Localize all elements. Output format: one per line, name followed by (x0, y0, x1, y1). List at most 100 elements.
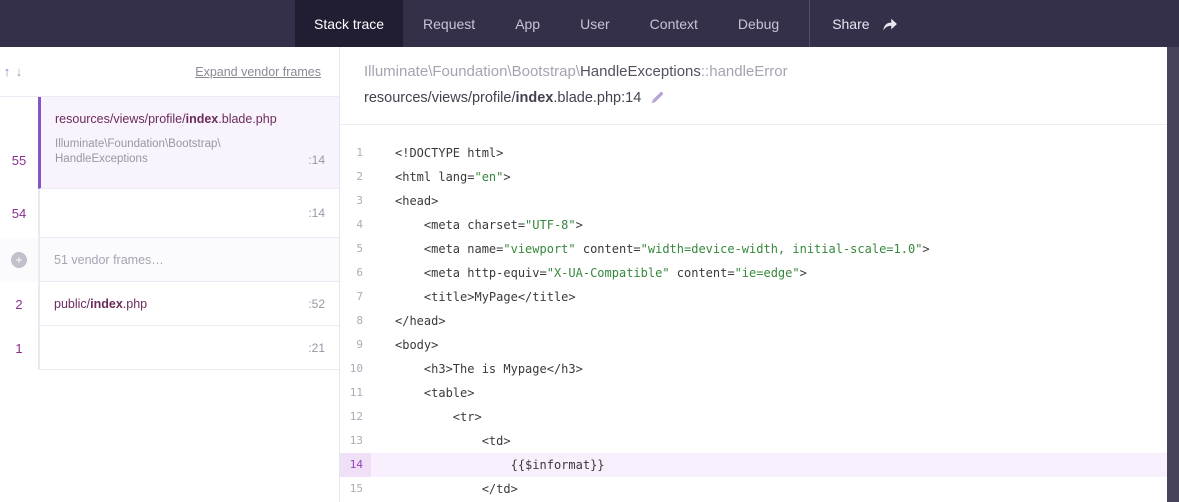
code-text: <h3>The is Mypage</h3> (371, 357, 583, 381)
code-line: 1<!DOCTYPE html> (340, 141, 1179, 165)
nav-tab-context[interactable]: Context (633, 0, 715, 47)
code-viewer: 1<!DOCTYPE html>2<html lang="en">3<head>… (340, 125, 1179, 502)
frame-class-name: Illuminate\Foundation\Bootstrap\HandleEx… (55, 137, 221, 167)
line-number: 10 (340, 357, 371, 381)
frame-sort-arrows: ↑ ↓ (0, 64, 25, 79)
code-text: <td> (371, 429, 511, 453)
share-button[interactable]: Share (809, 0, 919, 47)
path-segment: index (186, 112, 219, 126)
line-number: 13 (340, 429, 371, 453)
line-number: 7 (340, 285, 371, 309)
frame-number: 55 (12, 153, 26, 168)
vendor-frames-toggle[interactable]: +51 vendor frames… (0, 238, 339, 282)
frame-line-number: :14 (308, 153, 325, 167)
code-text: </head> (371, 309, 446, 333)
path-segment: public/ (54, 297, 90, 311)
line-number: 9 (340, 333, 371, 357)
frame-file-path: resources/views/profile/index.blade.php:… (364, 86, 641, 110)
code-line: 12 <tr> (340, 405, 1179, 429)
frame-line-number: :52 (308, 297, 325, 311)
line-number: 1 (340, 141, 371, 165)
code-line: 5 <meta name="viewport" content="width=d… (340, 237, 1179, 261)
nav-tabs: Stack traceRequestAppUserContextDebug (295, 0, 799, 47)
line-number: 6 (340, 261, 371, 285)
vendor-frames-label: 51 vendor frames… (54, 253, 164, 267)
nav-tab-request[interactable]: Request (406, 0, 492, 47)
edit-file-icon[interactable] (650, 91, 664, 105)
code-line: 13 <td> (340, 429, 1179, 453)
frame-class: HandleExceptions (580, 63, 701, 80)
code-text: <!DOCTYPE html> (371, 141, 503, 165)
frame-line-number: :14 (308, 206, 325, 220)
code-text: <title>MyPage</title> (371, 285, 576, 309)
stack-frame-list: 55resources/views/profile/index.blade.ph… (0, 97, 339, 370)
nav-tab-user[interactable]: User (563, 0, 627, 47)
code-line: 2<html lang="en"> (340, 165, 1179, 189)
code-line: 4 <meta charset="UTF-8"> (340, 213, 1179, 237)
code-text: <tr> (371, 405, 482, 429)
frame-line-number: :21 (308, 341, 325, 355)
arrow-up-icon[interactable]: ↑ (1, 64, 13, 79)
path-segment: .blade.php (218, 112, 276, 126)
frame-number: 2 (15, 297, 22, 312)
path-segment: resources/views/profile/ (55, 112, 186, 126)
line-number: 4 (340, 213, 371, 237)
path-segment: index (516, 90, 554, 106)
expand-vendor-frames-link[interactable]: Expand vendor frames (195, 65, 321, 79)
path-segment: .blade.php:14 (553, 90, 641, 106)
line-number: 5 (340, 237, 371, 261)
code-line: 7 <title>MyPage</title> (340, 285, 1179, 309)
scrollbar-track[interactable] (1167, 47, 1179, 502)
stack-frame-2[interactable]: 2 public/index.php :52 (0, 282, 339, 326)
stack-frame-1[interactable]: 1 :21 (0, 326, 339, 370)
nav-tab-app[interactable]: App (498, 0, 557, 47)
frame-file: public/index.php (54, 297, 147, 311)
line-number: 11 (340, 381, 371, 405)
code-text: <meta name="viewport" content="width=dev… (371, 237, 930, 261)
code-line: 15 </td> (340, 477, 1179, 501)
code-line: 11 <table> (340, 381, 1179, 405)
share-icon (881, 16, 898, 32)
code-text: <html lang="en"> (371, 165, 511, 189)
line-number: 2 (340, 165, 371, 189)
sidebar-toolbar: ↑ ↓ Expand vendor frames (0, 47, 339, 97)
stack-frame-55[interactable]: 55 resources/views/profile/index.blade.ph… (0, 97, 339, 189)
share-label: Share (832, 16, 869, 32)
frame-detail-panel: Illuminate\Foundation\Bootstrap\HandleEx… (340, 47, 1179, 502)
path-segment: resources/views/profile/ (364, 90, 516, 106)
content-area: ↑ ↓ Expand vendor frames 55 resources/vie… (0, 47, 1179, 502)
arrow-down-icon[interactable]: ↓ (13, 64, 25, 79)
nav-tab-debug[interactable]: Debug (721, 0, 796, 47)
frame-method: ::handleError (701, 63, 788, 80)
line-number: 8 (340, 309, 371, 333)
line-number: 3 (340, 189, 371, 213)
line-number: 15 (340, 477, 371, 501)
nav-tab-stack-trace[interactable]: Stack trace (295, 0, 403, 47)
line-number: 12 (340, 405, 371, 429)
frame-namespace: Illuminate\Foundation\Bootstrap\ (364, 63, 580, 80)
line-number: 14 (340, 453, 371, 477)
frame-header: Illuminate\Foundation\Bootstrap\HandleEx… (340, 47, 1179, 125)
code-line: 3<head> (340, 189, 1179, 213)
code-text: {{$informat}} (371, 453, 605, 477)
frame-file: resources/views/profile/index.blade.php (55, 112, 325, 126)
code-text: <head> (371, 189, 438, 213)
frame-number: 54 (12, 206, 26, 221)
code-line: 6 <meta http-equiv="X-UA-Compatible" con… (340, 261, 1179, 285)
code-text: <meta charset="UTF-8"> (371, 213, 583, 237)
frame-qualified-method: Illuminate\Foundation\Bootstrap\HandleEx… (364, 60, 1155, 84)
top-nav: Stack traceRequestAppUserContextDebug Sh… (0, 0, 1179, 47)
code-line: 8</head> (340, 309, 1179, 333)
path-segment: .php (123, 297, 147, 311)
expand-plus-icon[interactable]: + (11, 252, 27, 268)
code-text: <table> (371, 381, 474, 405)
code-text: <body> (371, 333, 438, 357)
code-line: 10 <h3>The is Mypage</h3> (340, 357, 1179, 381)
code-text: <meta http-equiv="X-UA-Compatible" conte… (371, 261, 807, 285)
code-text: </td> (371, 477, 518, 501)
code-line: 14 {{$informat}} (340, 453, 1179, 477)
stack-frame-54[interactable]: 54 :14 (0, 189, 339, 238)
path-segment: index (90, 297, 123, 311)
stack-frames-sidebar: ↑ ↓ Expand vendor frames 55 resources/vie… (0, 47, 340, 502)
frame-number: 1 (15, 341, 22, 356)
